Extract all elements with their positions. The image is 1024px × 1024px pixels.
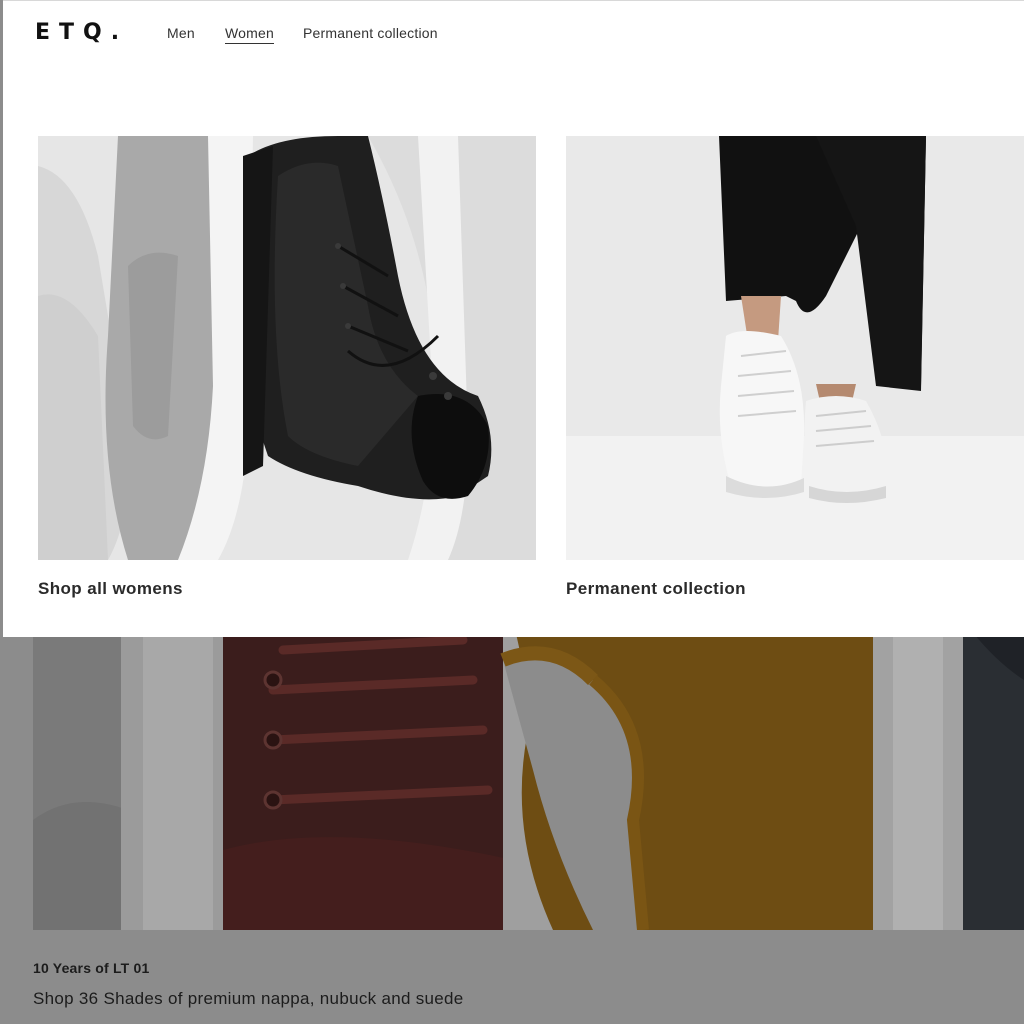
womens-shoes-image[interactable]	[38, 136, 536, 560]
card-label-womens[interactable]: Shop all womens	[38, 579, 536, 599]
hero-subtitle-link[interactable]: Shop 36 Shades of premium nappa, nubuck …	[33, 989, 464, 1009]
mega-menu-panel: ETQ. Men Women Permanent collection Shop…	[3, 0, 1024, 637]
nav-permanent-collection[interactable]: Permanent collection	[303, 25, 438, 41]
card-permanent-collection[interactable]: Permanent collection	[566, 136, 1024, 599]
hero-eyebrow: 10 Years of LT 01	[33, 960, 150, 976]
hero-image[interactable]	[33, 620, 1024, 930]
card-label-permanent[interactable]: Permanent collection	[566, 579, 1024, 599]
logo[interactable]: ETQ.	[35, 20, 128, 45]
card-shop-all-womens[interactable]: Shop all womens	[38, 136, 536, 599]
nav-women[interactable]: Women	[225, 25, 274, 44]
site-header: ETQ. Men Women Permanent collection	[3, 1, 1024, 65]
permanent-collection-image[interactable]	[566, 136, 1024, 560]
page: 10 Years of LT 01 Shop 36 Shades of prem…	[0, 0, 1024, 1024]
nav-men[interactable]: Men	[167, 25, 195, 41]
